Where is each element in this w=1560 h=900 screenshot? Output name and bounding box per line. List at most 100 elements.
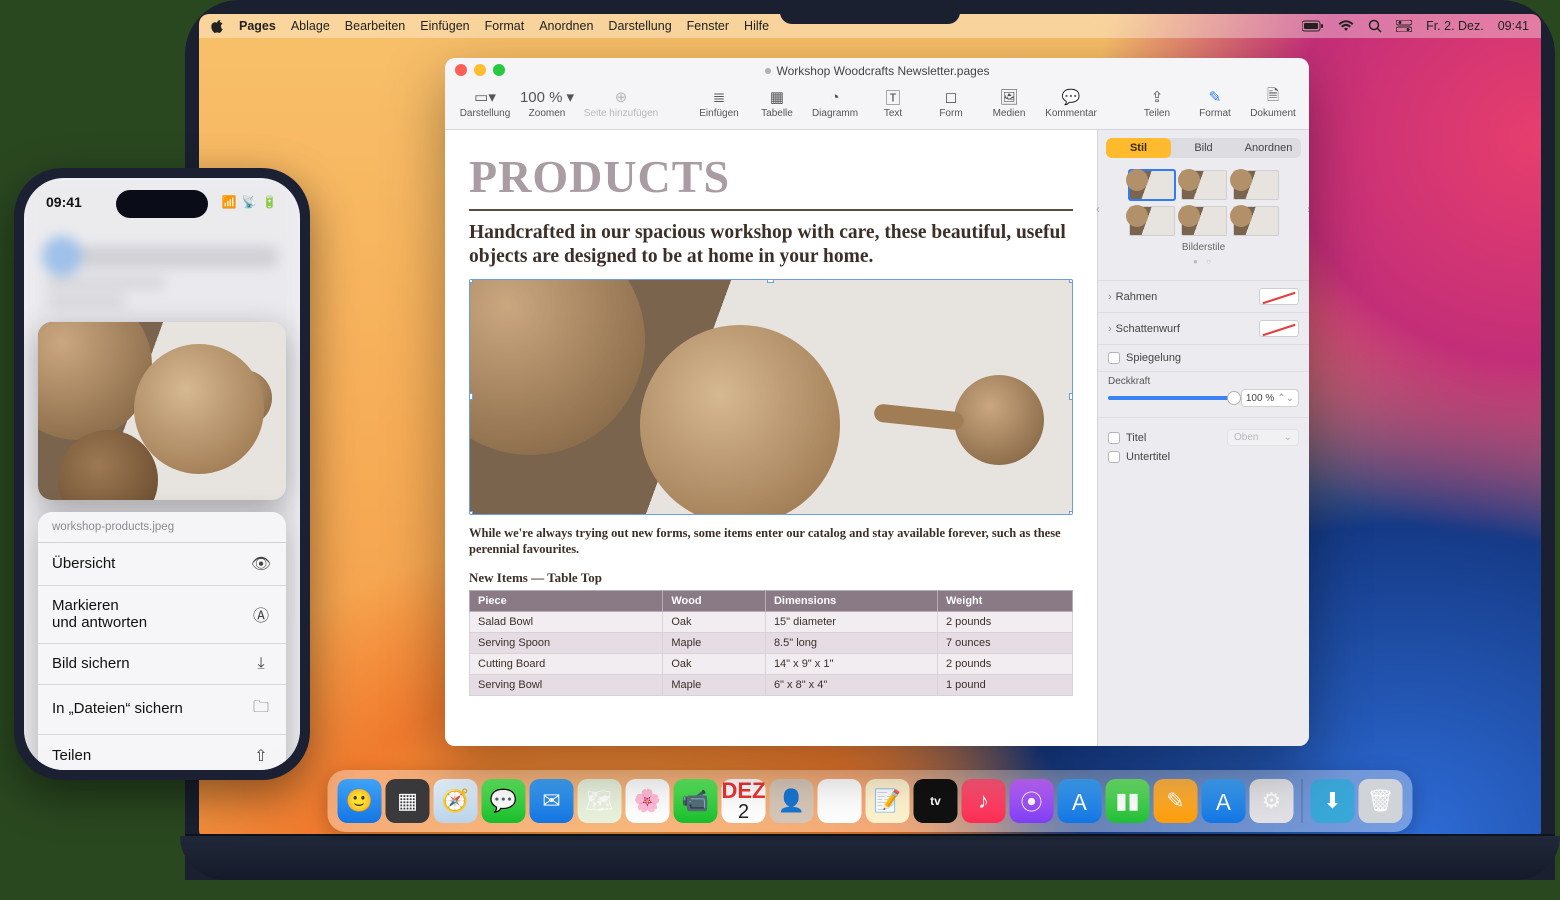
inspector-shadow-row[interactable]: Schattenwurf	[1098, 312, 1309, 344]
inspector-tab-image[interactable]: Bild	[1171, 138, 1236, 158]
dock-safari-icon[interactable]: 🧭	[434, 779, 478, 823]
table-header[interactable]: Weight	[937, 591, 1072, 612]
table-cell[interactable]: 7 ounces	[937, 633, 1072, 654]
style-thumb[interactable]	[1181, 206, 1227, 236]
table-cell[interactable]: 2 pounds	[937, 612, 1072, 633]
menu-quicklook[interactable]: Übersicht 👁	[38, 543, 286, 586]
menubar-app-name[interactable]: Pages	[239, 19, 276, 33]
style-thumb[interactable]	[1233, 170, 1279, 200]
dock-numbers-icon[interactable]: ▮▮	[1106, 779, 1150, 823]
doc-heading[interactable]: PRODUCTS	[469, 150, 1073, 203]
opacity-stepper[interactable]: 100 %⌃⌄	[1241, 389, 1299, 407]
toolbar-view-button[interactable]: ▭▾Darstellung	[453, 86, 517, 119]
styles-next-icon[interactable]: ›	[1307, 202, 1309, 216]
table-cell[interactable]: 8.5" long	[765, 633, 937, 654]
dock-messages-icon[interactable]: 💬	[482, 779, 526, 823]
toolbar-table-button[interactable]: ▦Tabelle	[749, 86, 805, 119]
selection-handle[interactable]	[469, 511, 473, 515]
table-cell[interactable]: Oak	[663, 654, 766, 675]
slider-knob[interactable]	[1227, 391, 1241, 405]
table-row[interactable]: Cutting BoardOak14" x 9" x 1"2 pounds	[470, 654, 1073, 675]
subtitle-checkbox[interactable]	[1108, 451, 1120, 463]
dock-tv-icon[interactable]: tv	[914, 779, 958, 823]
table-header[interactable]: Wood	[663, 591, 766, 612]
border-swatch-none[interactable]	[1259, 288, 1299, 305]
table-cell[interactable]: 1 pound	[937, 675, 1072, 696]
style-thumb[interactable]	[1181, 170, 1227, 200]
menu-format[interactable]: Format	[485, 19, 525, 33]
dock-trash-icon[interactable]: 🗑	[1359, 779, 1403, 823]
document-canvas[interactable]: PRODUCTS Handcrafted in our spacious wor…	[445, 130, 1097, 746]
selection-handle[interactable]	[469, 393, 473, 400]
menu-help[interactable]: Hilfe	[744, 19, 769, 33]
selection-handle[interactable]	[1069, 511, 1073, 515]
toolbar-shape-button[interactable]: ◻Form	[923, 86, 979, 119]
toolbar-insert-button[interactable]: ≣Einfügen	[691, 86, 747, 119]
toolbar-media-button[interactable]: 🖼Medien	[981, 86, 1037, 119]
dock-appstore-icon[interactable]: Ａ	[1058, 779, 1102, 823]
menubar-time[interactable]: 09:41	[1498, 19, 1529, 33]
window-titlebar[interactable]: Workshop Woodcrafts Newsletter.pages	[445, 58, 1309, 84]
dock-maps-icon[interactable]: 🗺	[578, 779, 622, 823]
apple-menu-icon[interactable]	[211, 19, 225, 33]
dock-contacts-icon[interactable]: 👤	[770, 779, 814, 823]
dock-mail-icon[interactable]: ✉	[530, 779, 574, 823]
dock-music-icon[interactable]: ♪	[962, 779, 1006, 823]
menu-save-to-files[interactable]: In „Dateien“ sichern 🗀	[38, 685, 286, 735]
title-checkbox[interactable]	[1108, 432, 1120, 444]
dock-pages-icon[interactable]: ✎	[1154, 779, 1198, 823]
menu-markup-reply[interactable]: Markieren und antworten Ⓐ	[38, 586, 286, 644]
style-thumb[interactable]	[1233, 206, 1279, 236]
toolbar-text-button[interactable]: 🅃Text	[865, 86, 921, 119]
dock-launchpad-icon[interactable]: ▦	[386, 779, 430, 823]
shadow-swatch-none[interactable]	[1259, 320, 1299, 337]
menu-window[interactable]: Fenster	[687, 19, 729, 33]
menu-view[interactable]: Darstellung	[608, 19, 671, 33]
reflection-checkbox[interactable]	[1108, 352, 1120, 364]
table-cell[interactable]: 14" x 9" x 1"	[765, 654, 937, 675]
battery-icon[interactable]	[1302, 20, 1324, 32]
menu-insert[interactable]: Einfügen	[420, 19, 469, 33]
selection-handle[interactable]	[1069, 393, 1073, 400]
table-cell[interactable]: Oak	[663, 612, 766, 633]
menu-arrange[interactable]: Anordnen	[539, 19, 593, 33]
table-cell[interactable]: 2 pounds	[937, 654, 1072, 675]
dock-calendar-icon[interactable]: DEZ2	[722, 779, 766, 823]
table-cell[interactable]: Serving Spoon	[470, 633, 663, 654]
window-close-button[interactable]	[455, 64, 467, 76]
doc-body[interactable]: While we're always trying out new forms,…	[469, 525, 1073, 559]
style-thumb[interactable]	[1129, 206, 1175, 236]
dock-reminders-icon[interactable]: ☰	[818, 779, 862, 823]
dock-downloads-icon[interactable]: ⬇	[1311, 779, 1355, 823]
table-cell[interactable]: Salad Bowl	[470, 612, 663, 633]
control-center-icon[interactable]	[1396, 20, 1412, 32]
dock-settings-icon[interactable]: ⚙	[1250, 779, 1294, 823]
toolbar-comment-button[interactable]: 💬Kommentar	[1039, 86, 1103, 119]
inspector-border-row[interactable]: Rahmen	[1098, 280, 1309, 312]
image-preview-card[interactable]	[38, 322, 286, 500]
table-header[interactable]: Dimensions	[765, 591, 937, 612]
menu-save-image[interactable]: Bild sichern ⤓	[38, 644, 286, 685]
inspector-tab-style[interactable]: Stil	[1106, 138, 1171, 158]
toolbar-share-button[interactable]: ⇪Teilen	[1129, 86, 1185, 119]
menu-share[interactable]: Teilen ⇧	[38, 735, 286, 771]
dock-facetime-icon[interactable]: 📹	[674, 779, 718, 823]
opacity-slider[interactable]	[1108, 396, 1235, 400]
toolbar-document-button[interactable]: 🗎Dokument	[1245, 86, 1301, 119]
table-cell[interactable]: Cutting Board	[470, 654, 663, 675]
inspector-reflection-row[interactable]: Spiegelung	[1098, 344, 1309, 371]
dock-podcasts-icon[interactable]: ⦿	[1010, 779, 1054, 823]
toolbar-chart-button[interactable]: ◔Diagramm	[807, 86, 863, 119]
wifi-icon[interactable]	[1338, 20, 1354, 32]
spotlight-icon[interactable]	[1368, 19, 1382, 33]
toolbar-zoom-button[interactable]: 100 %▾Zoomen	[519, 86, 575, 119]
doc-intro[interactable]: Handcrafted in our spacious workshop wit…	[469, 221, 1073, 269]
styles-prev-icon[interactable]: ‹	[1096, 202, 1100, 216]
doc-table[interactable]: Piece Wood Dimensions Weight Salad BowlO…	[469, 590, 1073, 696]
table-cell[interactable]: Maple	[663, 633, 766, 654]
table-row[interactable]: Salad BowlOak15" diameter2 pounds	[470, 612, 1073, 633]
selection-handle[interactable]	[1069, 279, 1073, 283]
style-thumb[interactable]	[1129, 170, 1175, 200]
selection-handle[interactable]	[767, 511, 774, 515]
window-minimize-button[interactable]	[474, 64, 486, 76]
